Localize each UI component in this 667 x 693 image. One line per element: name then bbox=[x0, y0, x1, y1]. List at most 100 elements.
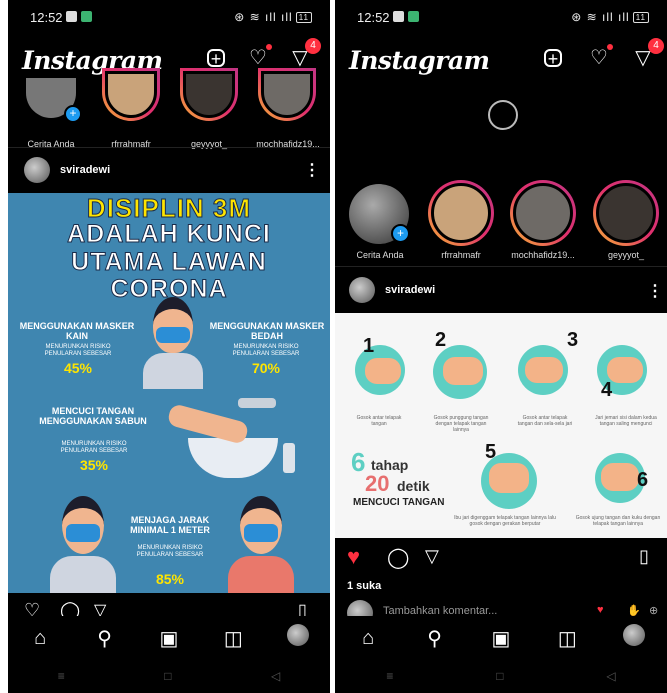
right-phone-screen: 12:52 ⊛ ≋ ıll ıll 11 Instagram + ♡ ▽ 4 + C… bbox=[335, 0, 667, 693]
item4-pct: 85% bbox=[155, 571, 185, 587]
item3-sub: MENURUNKAN RISIKO PENULARAN SEBESAR bbox=[60, 441, 128, 454]
divider bbox=[8, 147, 330, 148]
back-key-icon[interactable]: ◁ bbox=[271, 669, 280, 683]
item2-title: MENGGUNAKAN MASKER BEDAH bbox=[209, 321, 325, 341]
heart-icon[interactable]: ♡ bbox=[246, 44, 272, 70]
status-bar: 12:52 ⊛ ≋ ıll ıll 11 bbox=[335, 0, 667, 34]
home-key-icon[interactable]: □ bbox=[496, 669, 503, 683]
reels-icon[interactable]: ▣ bbox=[488, 626, 514, 651]
person-mask-illustration bbox=[138, 293, 208, 389]
likes-count[interactable]: 1 suka bbox=[347, 580, 381, 592]
item4-title: MENJAGA JARAK MINIMAL 1 METER bbox=[130, 515, 210, 535]
step3-number: 3 bbox=[567, 329, 579, 351]
title-number-6: 6 bbox=[351, 447, 366, 477]
title-word-detik: detik bbox=[397, 478, 430, 494]
hand-illustration bbox=[489, 463, 529, 493]
search-icon[interactable]: ⚲ bbox=[92, 626, 118, 651]
divider bbox=[335, 266, 667, 267]
avatar bbox=[261, 71, 313, 118]
step5-caption: Ibu jari digenggam telapak tangan lainny… bbox=[454, 515, 556, 527]
item2-pct: 70% bbox=[251, 360, 281, 376]
status-time: 12:52 bbox=[357, 10, 390, 25]
step1-caption: Gosok antar telapak tangan bbox=[356, 415, 402, 427]
person-left-illustration bbox=[48, 496, 118, 593]
menu-key-icon[interactable]: ≡ bbox=[58, 669, 65, 683]
signal-icons: ⊛ ≋ ıll ıll 11 bbox=[234, 10, 312, 24]
notification-icon bbox=[66, 11, 77, 22]
story-ring bbox=[258, 68, 316, 121]
avatar bbox=[183, 71, 235, 118]
poster-title-3: UTAMA LAWAN bbox=[71, 248, 267, 277]
add-story-icon: + bbox=[64, 105, 82, 123]
mask bbox=[244, 524, 278, 542]
direct-message-icon[interactable]: ▽ 4 bbox=[288, 38, 321, 70]
shop-icon[interactable]: ◫ bbox=[554, 626, 580, 651]
avatar bbox=[596, 183, 656, 243]
step5-number: 5 bbox=[485, 441, 497, 463]
comment-icon[interactable]: ◯ bbox=[387, 545, 409, 570]
bookmark-icon[interactable]: ▯ bbox=[639, 546, 649, 567]
liked-heart-icon[interactable]: ♥ bbox=[347, 544, 360, 570]
mask bbox=[66, 524, 100, 542]
home-icon[interactable]: ⌂ bbox=[355, 627, 381, 650]
dm-badge: 4 bbox=[305, 38, 321, 54]
story-ring bbox=[180, 68, 238, 121]
direct-message-icon[interactable]: ▽ 4 bbox=[631, 38, 664, 70]
new-post-icon[interactable]: + bbox=[541, 46, 565, 70]
loading-spinner bbox=[488, 100, 518, 130]
quick-heart-emoji[interactable]: ♥ bbox=[597, 604, 604, 616]
dm-badge: 4 bbox=[648, 38, 664, 54]
step6-number: 6 bbox=[637, 469, 649, 491]
post-avatar[interactable] bbox=[349, 277, 375, 303]
new-post-icon[interactable]: + bbox=[204, 46, 228, 70]
reels-icon[interactable]: ▣ bbox=[156, 626, 182, 651]
step2-caption: Gosok punggung tangan dengan telapak tan… bbox=[433, 415, 489, 433]
notification-icon bbox=[393, 11, 404, 22]
status-time: 12:52 bbox=[30, 10, 63, 25]
post-username[interactable]: sviradewi bbox=[60, 164, 110, 176]
step1-number: 1 bbox=[363, 335, 375, 357]
handwash-illustration bbox=[166, 398, 298, 488]
heart-icon[interactable]: ♡ bbox=[587, 44, 613, 70]
story-label: geyyyot_ bbox=[607, 250, 645, 260]
activity-dot bbox=[607, 44, 613, 50]
system-nav: ≡ □ ◁ bbox=[8, 656, 330, 693]
poster-title-2: ADALAH KUNCI bbox=[67, 220, 271, 249]
step6-caption: Gosok ujung tangan dan kuku dengan telap… bbox=[575, 515, 661, 527]
more-options-icon[interactable]: ⋮ bbox=[647, 281, 663, 301]
soap-bottle bbox=[283, 443, 295, 473]
item2-sub: MENURUNKAN RISIKO PENULARAN SEBESAR bbox=[232, 344, 300, 357]
post-username[interactable]: sviradewi bbox=[385, 284, 435, 296]
bottom-nav: ⌂ ⚲ ▣ ◫ bbox=[8, 616, 330, 660]
home-key-icon[interactable]: □ bbox=[164, 669, 171, 683]
step4-caption: Jari jemari sisi dalam kedua tangan sali… bbox=[595, 415, 657, 427]
share-icon[interactable]: ▽ bbox=[425, 546, 439, 567]
item4-sub: MENURUNKAN RISIKO PENULARAN SEBESAR bbox=[136, 545, 204, 558]
item3-title: MENCUCI TANGAN MENGGUNAKAN SABUN bbox=[39, 406, 147, 426]
back-key-icon[interactable]: ◁ bbox=[606, 669, 615, 683]
avatar bbox=[105, 71, 157, 118]
shop-icon[interactable]: ◫ bbox=[220, 626, 246, 651]
item3-pct: 35% bbox=[79, 457, 109, 473]
more-options-icon[interactable]: ⋮ bbox=[304, 160, 320, 180]
left-phone-screen: 12:52 ⊛ ≋ ıll ıll 11 Instagram + ♡ ▽ 4 + C… bbox=[8, 0, 330, 693]
poster-title-block: 6 tahap 20 detik MENCUCI TANGAN bbox=[351, 447, 451, 511]
search-icon[interactable]: ⚲ bbox=[422, 626, 448, 651]
profile-avatar-icon[interactable] bbox=[621, 624, 647, 652]
title-subtitle: MENCUCI TANGAN bbox=[353, 497, 445, 508]
story-ring bbox=[593, 180, 659, 246]
app-notification-icon bbox=[408, 11, 419, 22]
app-logo[interactable]: Instagram bbox=[349, 46, 490, 75]
post-image[interactable]: 1 2 3 4 Gosok antar telapak tangan Gosok… bbox=[335, 313, 667, 538]
menu-key-icon[interactable]: ≡ bbox=[386, 669, 393, 683]
bottom-nav: ⌂ ⚲ ▣ ◫ bbox=[335, 616, 667, 660]
app-notification-icon bbox=[81, 11, 92, 22]
hand-illustration bbox=[443, 357, 483, 385]
system-nav: ≡ □ ◁ bbox=[335, 656, 667, 693]
story-label: mochhafidz19... bbox=[511, 250, 575, 260]
home-icon[interactable]: ⌂ bbox=[27, 627, 53, 650]
post-image[interactable]: DISIPLIN 3M ADALAH KUNCI UTAMA LAWAN COR… bbox=[8, 193, 330, 593]
profile-avatar-icon[interactable] bbox=[285, 624, 311, 652]
post-avatar[interactable] bbox=[24, 157, 50, 183]
shirt bbox=[50, 556, 116, 593]
